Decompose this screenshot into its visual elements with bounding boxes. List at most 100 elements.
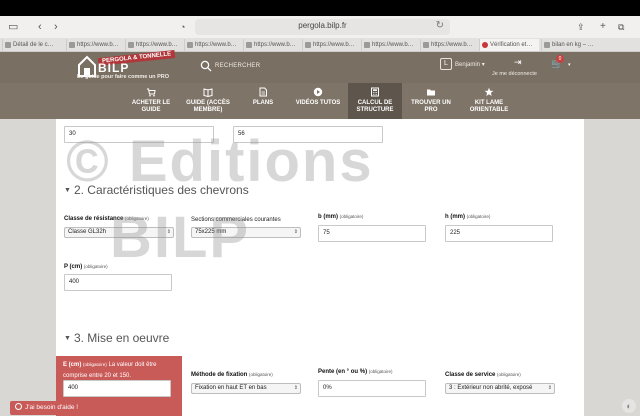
caret-down-icon: ▼ <box>64 187 71 194</box>
e-cm-label: E (cm) (obligatoire) La valeur doit être… <box>63 359 178 382</box>
forward-icon[interactable]: › <box>54 19 58 35</box>
required-note: (obligatoire) <box>466 214 491 219</box>
sidebar-toggle-icon[interactable]: ▭ <box>8 19 18 35</box>
favicon-icon <box>69 42 75 48</box>
required-note: (obligatoire) <box>497 372 521 377</box>
corner-app-icon[interactable]: ◐ <box>622 399 636 413</box>
help-button[interactable]: J'ai besoin d'aide ! <box>10 401 85 415</box>
chevron-down-icon: ▾ <box>481 62 485 68</box>
nav-item-acheter-guide[interactable]: ACHETER LE GUIDE <box>128 83 174 119</box>
new-tab-icon[interactable]: + <box>600 19 606 35</box>
label-text: Classe de résistance <box>64 216 124 222</box>
section-3-title[interactable]: ▼ 3. Mise en oeuvre <box>64 331 169 345</box>
tab-label: https://www.b… <box>313 42 355 48</box>
e-cm-input[interactable]: 400 <box>63 380 171 397</box>
browser-tab[interactable]: bilan en kg – … <box>541 39 598 51</box>
logout-link[interactable]: Je me déconnecte <box>492 71 537 77</box>
methode-fixation-select[interactable]: Fixation en haut ET en bas ⇕ <box>191 383 301 394</box>
nav-label: KIT LAME ORIENTABLE <box>469 100 509 113</box>
tab-label: https://www.b… <box>254 42 296 48</box>
nav-item-trouver-pro[interactable]: TROUVER UN PRO <box>408 83 454 119</box>
browser-tab[interactable]: Détail de le c… <box>2 39 64 51</box>
top-field-1[interactable]: 30 <box>64 126 214 143</box>
classe-service-select[interactable]: 3 : Extérieur non abrité, exposé ⇕ <box>445 383 555 394</box>
nav-item-plans[interactable]: PLANS <box>244 83 282 119</box>
user-name: Benjamin <box>455 62 481 68</box>
select-arrows-icon: ⇕ <box>547 384 552 393</box>
form-content: 30 56 ▼ 2. Caractéristiques des chevrons … <box>56 119 584 416</box>
select-arrows-icon: ⇕ <box>293 229 298 235</box>
tab-label: https://www.b… <box>372 42 414 48</box>
reload-icon[interactable]: ↻ <box>436 20 444 31</box>
browser-tab[interactable]: https://www.b… <box>243 39 300 51</box>
favicon-icon <box>128 42 134 48</box>
share-icon[interactable]: ⇪ <box>577 19 585 35</box>
search-icon[interactable] <box>200 60 212 72</box>
label-text: E (cm) <box>63 362 82 368</box>
browser-tab[interactable]: https://www.b… <box>66 39 123 51</box>
required-note: (obligatoire) <box>249 372 273 377</box>
required-note: (obligatoire) <box>83 362 107 367</box>
folder-icon <box>427 89 435 96</box>
favicon-icon <box>482 42 488 48</box>
classe-service-label: Classe de service (obligatoire) <box>445 372 521 378</box>
favicon-icon <box>5 42 11 48</box>
logo-tagline: Le guide pour faire comme un PRO <box>77 74 169 80</box>
sections-commerciales-select[interactable]: 75x225 mm ⇕ <box>191 227 301 238</box>
p-cm-label: P (cm) (obligatoire) <box>64 264 108 270</box>
nav-label: GUIDE (ACCÈS MEMBRE) <box>186 100 230 113</box>
site-header: PERGOLA & TONNELLE BILP Le guide pour fa… <box>0 49 640 83</box>
help-button-label: J'ai besoin d'aide ! <box>25 404 79 411</box>
h-mm-input[interactable]: 225 <box>445 225 553 242</box>
browser-tab[interactable]: https://www.b… <box>184 39 241 51</box>
h-mm-label: h (mm) (obligatoire) <box>445 214 490 220</box>
cart-count-badge: 0 <box>556 55 564 63</box>
logout-icon[interactable]: ⇥ <box>514 57 522 68</box>
pente-input[interactable]: 0% <box>318 380 426 397</box>
tab-label: https://www.b… <box>195 42 237 48</box>
select-value: Fixation en haut ET en bas <box>195 385 267 391</box>
nav-item-calcul-structure[interactable]: CALCUL DE STRUCTURE <box>348 83 402 119</box>
nav-label: TROUVER UN PRO <box>411 100 451 113</box>
search-link[interactable]: RECHERCHER <box>215 63 260 69</box>
browser-tab[interactable]: https://www.b… <box>420 39 477 51</box>
p-cm-input[interactable]: 400 <box>64 274 172 291</box>
section-2-title[interactable]: ▼ 2. Caractéristiques des chevrons <box>64 183 249 197</box>
browser-tab[interactable]: https://www.b… <box>302 39 359 51</box>
tab-label: https://www.b… <box>77 42 119 48</box>
url-text: pergola.bilp.fr <box>298 21 347 30</box>
calculator-icon <box>371 87 379 97</box>
pente-label: Pente (en ° ou %) (obligatoire) <box>318 369 393 375</box>
tab-label: Détail de le c… <box>13 42 54 48</box>
address-bar[interactable]: pergola.bilp.fr ↻ <box>195 19 450 35</box>
label-text: b (mm) <box>318 214 338 220</box>
book-icon <box>203 88 213 97</box>
logo-brand[interactable]: BILP <box>98 61 129 75</box>
nav-item-videos-tutos[interactable]: VIDÉOS TUTOS <box>290 83 346 119</box>
top-field-2[interactable]: 56 <box>233 126 383 143</box>
back-icon[interactable]: ‹ <box>38 19 42 35</box>
b-mm-input[interactable]: 75 <box>318 225 426 242</box>
browser-tab-active[interactable]: Vérification et… <box>479 39 539 51</box>
play-icon <box>313 87 323 97</box>
favicon-icon <box>423 42 429 48</box>
top-bar <box>0 0 640 16</box>
tab-label: https://www.b… <box>136 42 178 48</box>
nav-item-kit-lame[interactable]: KIT LAME ORIENTABLE <box>460 83 518 119</box>
select-arrows-icon: ⇕ <box>166 229 171 235</box>
cart-chevron-down-icon[interactable]: ▾ <box>568 62 571 68</box>
required-note: (obligatoire) <box>83 264 108 269</box>
nav-item-guide-membre[interactable]: GUIDE (ACCÈS MEMBRE) <box>180 83 236 119</box>
tab-overview-icon[interactable]: ⧉ <box>618 19 624 35</box>
browser-tab[interactable]: https://www.b… <box>361 39 418 51</box>
account-name[interactable]: Benjamin ▾ <box>455 61 485 68</box>
document-icon <box>259 87 267 97</box>
account-icon[interactable]: L <box>440 58 452 70</box>
favicon-icon <box>246 42 252 48</box>
chat-bubble-icon <box>15 403 22 410</box>
classe-resistance-select[interactable]: Classe GL32h ⇕ <box>64 227 174 238</box>
label-text: h (mm) <box>445 214 465 220</box>
tab-bar: Détail de le c… https://www.b… https://w… <box>0 38 640 52</box>
nav-label: ACHETER LE GUIDE <box>131 100 171 113</box>
favicon-icon <box>544 42 550 48</box>
